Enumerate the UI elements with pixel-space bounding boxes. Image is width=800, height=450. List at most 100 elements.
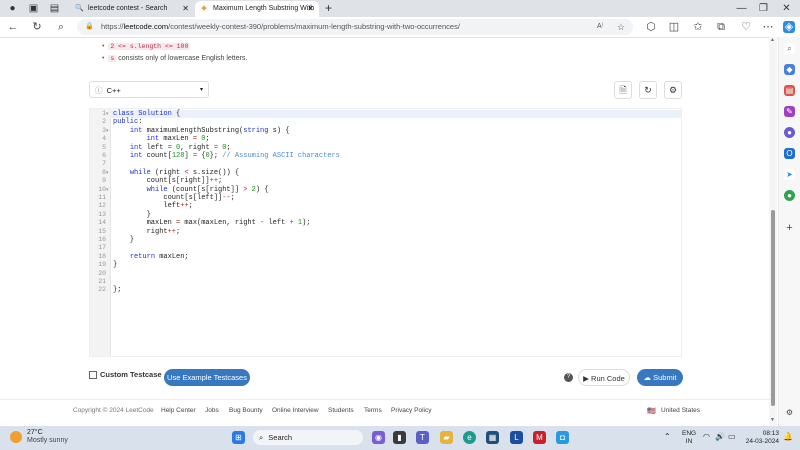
search-icon: 🔍 <box>75 5 84 12</box>
copilot-taskbar-icon[interactable]: ◉ <box>372 431 385 444</box>
leetcode-logo-icon: ◆ <box>201 5 207 12</box>
battery-icon[interactable]: ▭ <box>728 432 736 441</box>
code-line: int count[128] = {0}; // Assuming ASCII … <box>129 152 340 160</box>
document-icon: 🗎 <box>619 85 627 95</box>
reset-code-button[interactable]: ↻ <box>639 81 657 99</box>
line-number: 8 <box>102 168 106 176</box>
clock[interactable]: 08:13 24-03-2024 <box>745 430 779 446</box>
shopping-icon[interactable]: ▤ <box>784 85 795 96</box>
fold-arrow-icon[interactable]: ▾ <box>106 186 109 194</box>
linkedin-icon[interactable]: L <box>510 431 523 444</box>
minimize-icon[interactable]: — <box>735 2 748 15</box>
us-flag-icon: 🇺🇸 <box>647 408 656 415</box>
close-tab-icon[interactable]: ✕ <box>307 1 314 17</box>
code-line: return maxLen; <box>129 252 189 261</box>
close-window-icon[interactable]: ✕ <box>780 2 793 15</box>
games-icon[interactable]: ● <box>784 190 795 201</box>
browser-essentials-icon[interactable]: ♡ <box>740 21 752 33</box>
fold-arrow-icon[interactable]: ▾ <box>106 110 109 118</box>
scroll-up-icon[interactable]: ▲ <box>770 37 775 43</box>
footer-link[interactable]: Students <box>328 407 354 414</box>
weather-widget[interactable]: 27°C Mostly sunny <box>27 429 68 445</box>
refresh-icon: ↻ <box>644 85 652 95</box>
fold-arrow-icon[interactable]: ▾ <box>106 127 109 135</box>
notification-bell-icon[interactable]: 🔔 <box>783 432 793 441</box>
footer-link[interactable]: Terms <box>364 407 382 414</box>
read-aloud-icon[interactable]: A⁾ <box>597 19 603 35</box>
edge-browser-icon[interactable]: e <box>463 431 476 444</box>
tab-actions-icon[interactable]: ▤ <box>48 2 61 15</box>
code-line: count[s[left]]--; <box>113 194 235 202</box>
help-icon[interactable]: ? <box>564 373 573 382</box>
use-example-testcases-button[interactable]: Use Example Testcases <box>164 369 250 386</box>
workspaces-icon[interactable]: ▣ <box>27 2 40 15</box>
code-line: while (count[s[right]] > 2) { <box>146 185 269 194</box>
line-number: 10 <box>98 185 106 193</box>
maximize-icon[interactable]: ❐ <box>757 2 770 15</box>
favorites-icon[interactable]: ✩ <box>692 21 704 33</box>
footer-link[interactable]: Privacy Policy <box>391 407 431 414</box>
volume-icon[interactable]: 🔊 <box>715 432 725 441</box>
language-select[interactable]: ⓘ C++ ▾ <box>89 81 209 98</box>
checkbox-icon[interactable] <box>89 371 97 380</box>
footer-link[interactable]: Help Center <box>161 407 196 414</box>
custom-testcase-checkbox[interactable]: Custom Testcase <box>89 370 162 380</box>
browser-tab-search[interactable]: 🔍 leetcode contest - Search ✕ <box>70 1 194 17</box>
url-input[interactable]: 🔒 https://leetcode.com/contest/weekly-co… <box>77 19 633 35</box>
close-tab-icon[interactable]: ✕ <box>182 1 189 17</box>
tools-icon[interactable]: ✎ <box>784 106 795 117</box>
back-icon[interactable]: ← <box>7 21 19 33</box>
app-icon[interactable]: ◘ <box>556 431 569 444</box>
line-number: 5 <box>102 143 106 151</box>
favorite-star-icon[interactable]: ☆ <box>617 19 625 35</box>
scrollbar-thumb[interactable] <box>771 210 775 406</box>
code-line: } <box>113 261 118 270</box>
send-icon[interactable]: ➤ <box>784 169 795 180</box>
windows-start-icon[interactable]: ⊞ <box>232 431 245 444</box>
chevron-up-icon[interactable]: ⌃ <box>664 432 671 441</box>
copilot-icon[interactable]: ◈ <box>783 21 795 33</box>
wifi-icon[interactable]: ◠ <box>703 432 710 441</box>
add-sidebar-app-icon[interactable]: + <box>784 223 795 234</box>
store-icon[interactable]: ▦ <box>486 431 499 444</box>
weather-sun-icon[interactable] <box>10 431 22 443</box>
split-screen-icon[interactable]: ◫ <box>668 21 680 33</box>
task-view-icon[interactable]: ▮ <box>393 431 406 444</box>
scroll-down-icon[interactable]: ▼ <box>770 417 775 423</box>
submit-button[interactable]: ☁ Submit <box>637 369 683 386</box>
fold-arrow-icon[interactable]: ▾ <box>106 169 109 177</box>
profile-icon[interactable]: ● <box>6 2 19 15</box>
region-select[interactable]: United States <box>661 407 700 414</box>
refresh-icon[interactable]: ↻ <box>31 21 43 33</box>
copilot-icon[interactable]: ● <box>784 127 795 138</box>
file-explorer-icon[interactable]: ▰ <box>440 431 453 444</box>
outlook-icon[interactable]: O <box>784 148 795 159</box>
footer-link[interactable]: Bug Bounty <box>229 407 263 414</box>
extensions-icon[interactable]: ⬡ <box>645 21 657 33</box>
editor-settings-button[interactable]: ⚙ <box>664 81 682 99</box>
new-tab-button[interactable]: + <box>322 2 335 15</box>
constraint-item: • s consists only of lowercase English l… <box>102 55 248 62</box>
settings-gear-icon[interactable]: ⚙ <box>784 407 795 418</box>
collections-icon[interactable]: ⧉ <box>715 21 727 33</box>
line-number: 6 <box>102 152 106 159</box>
footer-link[interactable]: Online Interview <box>272 407 319 414</box>
code-line: } <box>113 210 151 219</box>
run-code-button[interactable]: ▶ Run Code <box>578 369 630 386</box>
taskbar-search[interactable]: ⌕ Search <box>253 430 363 445</box>
code-editor[interactable]: 1 2 3 4 5 6 7 8 9 10 11 12 13 14 15 16 1… <box>89 108 682 357</box>
search-icon[interactable]: ⌕ <box>784 43 795 54</box>
search-icon[interactable]: ⌕ <box>55 21 67 33</box>
notes-button[interactable]: 🗎 <box>614 81 632 99</box>
tag-icon[interactable]: ◆ <box>784 64 795 75</box>
mcafee-icon[interactable]: M <box>533 431 546 444</box>
line-number: 20 <box>98 269 106 277</box>
code-line: maxLen = max(maxLen, right - left + 1); <box>113 219 311 228</box>
browser-tab-leetcode[interactable]: ◆ Maximum Length Substring With ✕ <box>195 1 319 17</box>
teams-icon[interactable]: T <box>416 431 429 444</box>
code-line: } <box>113 236 135 244</box>
language-indicator[interactable]: ENG IN <box>682 430 696 446</box>
footer-link[interactable]: Jobs <box>205 407 219 414</box>
more-menu-icon[interactable]: ⋯ <box>762 21 774 33</box>
code-line: class Solution { <box>113 110 181 118</box>
